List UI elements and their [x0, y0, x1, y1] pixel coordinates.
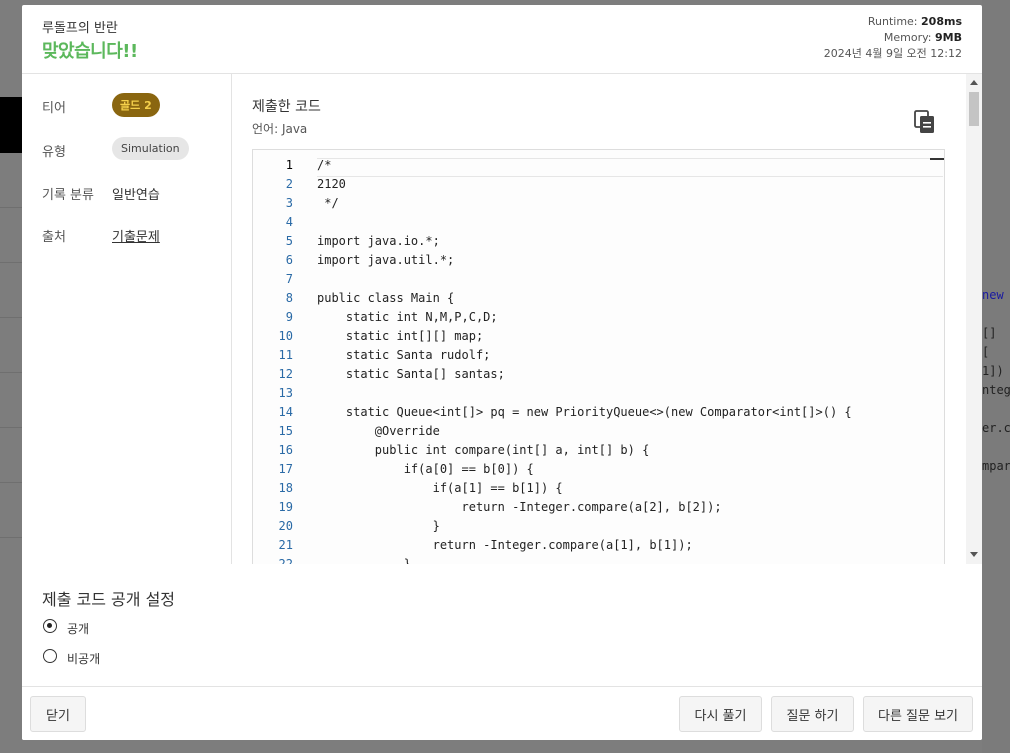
submission-meta: Runtime: 208ms Memory: 9MB 2024년 4월 9일 오… — [824, 14, 962, 62]
memory-value: 9MB — [935, 31, 962, 44]
modal-scrollbar[interactable] — [966, 74, 982, 564]
code-panel: 제출한 코드 언어: Java 1/* 2 2120 3 */ 4 5 import… — [232, 74, 982, 571]
scrollbar-thumb[interactable] — [969, 92, 979, 126]
memory-label: Memory: — [883, 31, 932, 44]
radio-private[interactable] — [43, 649, 57, 663]
tier-badge: 골드 2 — [112, 93, 160, 117]
runtime-label: Runtime: — [867, 15, 918, 28]
type-badge-wrap: Simulation — [112, 137, 189, 160]
scroll-down-icon[interactable] — [970, 552, 978, 557]
background-divider — [0, 262, 22, 263]
background-code-snippet: [ — [982, 345, 990, 359]
runtime-row: Runtime: 208ms — [824, 14, 962, 30]
background-code-snippet: 1]) — [982, 364, 1004, 378]
scroll-up-icon[interactable] — [970, 80, 978, 85]
active-line-highlight — [317, 158, 943, 177]
code-title: 제출한 코드 — [252, 99, 321, 115]
retry-button[interactable]: 다시 풀기 — [679, 696, 762, 732]
type-label: 유형 — [42, 145, 66, 160]
radio-private-label[interactable]: 비공개 — [67, 650, 100, 667]
code-line-text: import java.io.*; — [317, 234, 440, 248]
submission-datetime: 2024년 4월 9일 오전 12:12 — [823, 47, 962, 60]
record-value: 일반연습 — [112, 188, 160, 203]
memory-row: Memory: 9MB — [824, 30, 962, 46]
tier-label: 티어 — [42, 101, 66, 116]
background-divider — [0, 372, 22, 373]
code-viewer[interactable]: 1/* 2 2120 3 */ 4 5 import java.io.*; 6 imp… — [252, 149, 945, 571]
background-divider — [0, 482, 22, 483]
runtime-value: 208ms — [921, 15, 962, 28]
background-divider — [0, 317, 22, 318]
background-code-snippet: nteg — [982, 383, 1010, 397]
other-questions-button[interactable]: 다른 질문 보기 — [863, 696, 973, 732]
code-language: 언어: Java — [252, 122, 308, 136]
copy-icon[interactable] — [914, 110, 936, 134]
result-status: 맞았습니다!! — [42, 41, 138, 62]
close-button[interactable]: 닫기 — [30, 696, 86, 732]
background-divider — [0, 537, 22, 538]
visibility-title: 제출 코드 공개 설정 — [42, 590, 176, 609]
record-label: 기록 분류 — [42, 188, 94, 203]
modal-body: 티어 골드 2 유형 Simulation 기록 분류 일반연습 출처 기출문제… — [22, 74, 982, 571]
background-block — [0, 97, 22, 153]
modal-footer: 닫기 다시 풀기 질문 하기 다른 질문 보기 — [22, 686, 982, 740]
type-badge: Simulation — [112, 137, 189, 160]
editor-indicator — [930, 158, 944, 160]
ask-question-button[interactable]: 질문 하기 — [771, 696, 854, 732]
background-code-snippet: mpar — [982, 459, 1010, 473]
background-code-snippet: er.c — [982, 421, 1010, 435]
background-code-snippet: new — [982, 288, 1004, 302]
visibility-settings: 제출 코드 공개 설정 공개 비공개 — [22, 564, 982, 686]
problem-info-sidebar: 티어 골드 2 유형 Simulation 기록 분류 일반연습 출처 기출문제 — [22, 74, 232, 564]
radio-public[interactable] — [43, 619, 57, 633]
modal-header: 루돌프의 반란 맞았습니다!! Runtime: 208ms Memory: 9… — [22, 5, 982, 74]
source-label: 출처 — [42, 230, 66, 245]
problem-title: 루돌프의 반란 — [42, 21, 118, 36]
background-code-snippet: [] — [982, 326, 997, 340]
background-divider — [0, 207, 22, 208]
tier-badge-wrap: 골드 2 — [112, 93, 160, 117]
background-divider — [0, 427, 22, 428]
radio-public-label[interactable]: 공개 — [67, 620, 89, 637]
submission-modal: 루돌프의 반란 맞았습니다!! Runtime: 208ms Memory: 9… — [22, 5, 982, 740]
source-link[interactable]: 기출문제 — [112, 226, 160, 245]
